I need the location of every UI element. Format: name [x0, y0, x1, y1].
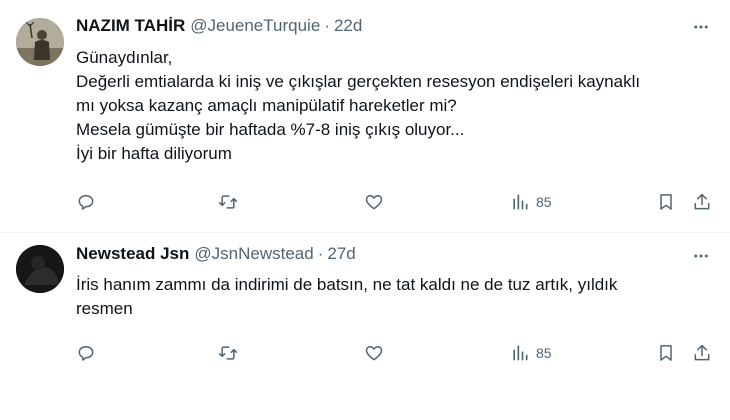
tweet-actions: 85	[76, 341, 716, 365]
avatar[interactable]	[16, 245, 64, 293]
tweet[interactable]: Newstead Jsn @JsnNewstead · 27d İris han…	[0, 233, 730, 420]
timestamp[interactable]: 22d	[334, 16, 362, 36]
retweet-button[interactable]	[218, 341, 238, 365]
tweet-text-line: Mesela gümüşte bir haftada %7-8 iniş çık…	[76, 120, 465, 139]
reply-icon	[78, 346, 94, 361]
separator: ·	[317, 244, 324, 263]
tweet-text-line: Değerli emtialarda ki iniş ve çıkışlar g…	[76, 72, 641, 91]
views-chart-icon	[513, 194, 528, 210]
avatar-photo	[16, 245, 64, 293]
tweet-header: NAZIM TAHİR @JeueneTurquie · 22d	[76, 16, 362, 36]
share-button[interactable]	[692, 190, 712, 214]
tweet-text: İris hanım zammı da indirimi de batsın, …	[76, 273, 716, 321]
timestamp[interactable]: 27d	[327, 244, 355, 264]
retweet-button[interactable]	[218, 190, 238, 214]
author-name[interactable]: Newstead Jsn	[76, 244, 189, 264]
more-horizontal-icon[interactable]	[690, 16, 712, 38]
avatar[interactable]	[16, 18, 64, 66]
tweet-text: Günaydınlar, Değerli emtialarda ki iniş …	[76, 46, 716, 166]
views-count: 85	[536, 194, 552, 210]
like-button[interactable]	[364, 341, 384, 365]
author-name[interactable]: NAZIM TAHİR	[76, 16, 185, 36]
views-count: 85	[536, 345, 552, 361]
share-button[interactable]	[692, 341, 712, 365]
tweet-text-line: İyi bir hafta diliyorum	[76, 144, 232, 163]
retweet-icon	[218, 346, 238, 360]
bookmark-button[interactable]	[656, 341, 676, 365]
separator: ·	[324, 16, 330, 35]
author-handle[interactable]: @JsnNewstead	[194, 244, 313, 264]
bookmark-button[interactable]	[656, 190, 676, 214]
tweet-text-line: resmen	[76, 299, 133, 318]
share-icon	[694, 344, 710, 361]
tweet-header: Newstead Jsn @JsnNewstead · 27d	[76, 244, 356, 264]
views-button[interactable]: 85	[510, 341, 552, 365]
reply-button[interactable]	[76, 341, 96, 365]
bookmark-icon	[660, 194, 672, 210]
views-chart-icon	[513, 345, 528, 361]
tweet-actions: 85	[76, 190, 716, 214]
reply-icon	[78, 195, 94, 210]
share-icon	[694, 193, 710, 210]
author-handle[interactable]: @JeueneTurquie	[190, 16, 320, 36]
heart-icon	[365, 346, 383, 361]
tweet[interactable]: NAZIM TAHİR @JeueneTurquie · 22d Günaydı…	[0, 0, 730, 232]
like-button[interactable]	[364, 190, 384, 214]
more-horizontal-icon[interactable]	[690, 245, 712, 267]
retweet-icon	[218, 195, 238, 209]
heart-icon	[365, 195, 383, 210]
reply-button[interactable]	[76, 190, 96, 214]
views-button[interactable]: 85	[510, 190, 552, 214]
bookmark-icon	[660, 345, 672, 361]
avatar-photo	[16, 18, 64, 66]
tweet-text-line: mı yoksa kazanç amaçlı manipülatif harek…	[76, 96, 457, 115]
tweet-text-line: İris hanım zammı da indirimi de batsın, …	[76, 275, 618, 294]
tweet-text-line: Günaydınlar,	[76, 48, 173, 67]
